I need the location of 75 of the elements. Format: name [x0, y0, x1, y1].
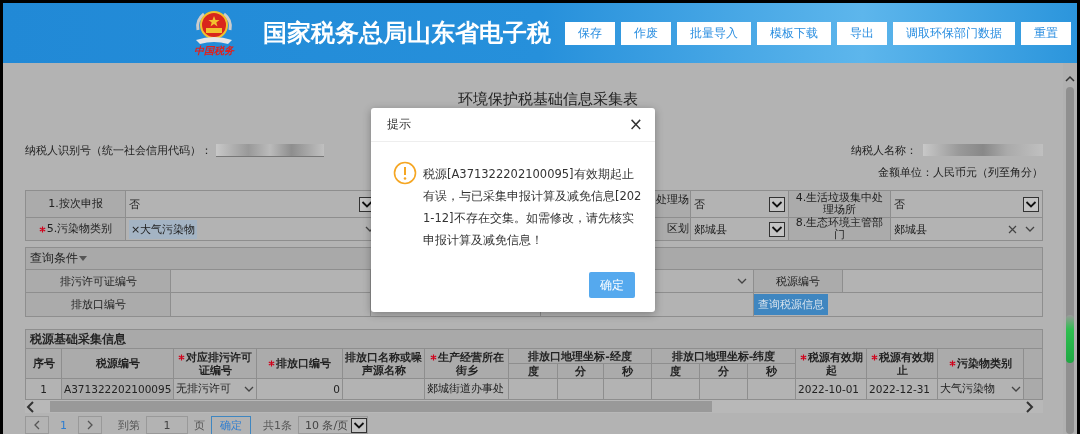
field-label: 区划	[667, 223, 689, 235]
toolbar-button[interactable]: 模板下载	[757, 21, 831, 45]
column-header: 税源有效期起	[795, 348, 867, 379]
logo-caption: 中国税务	[194, 45, 234, 56]
close-button[interactable]: ×	[628, 116, 643, 133]
select-value[interactable]: 郯城县	[894, 221, 927, 237]
column-header: 税源编号	[61, 348, 174, 379]
total-count: 共1条	[263, 417, 292, 433]
column-header: 排放口编号	[256, 348, 343, 379]
table-cell: 1	[25, 378, 62, 400]
column-header: 污染物类别	[937, 348, 1024, 379]
selected-tag[interactable]: ×大气污染物	[129, 219, 198, 239]
site-title: 国家税务总局山东省电子税	[263, 18, 551, 49]
column-header: 序号	[25, 348, 62, 379]
table-cell: 2022-10-01	[795, 378, 867, 400]
table-title: 税源基础采集信息	[25, 329, 1043, 348]
chevron-icon	[244, 386, 254, 392]
table-cell: 0	[256, 378, 343, 400]
scrollbar-thumb[interactable]	[1066, 315, 1074, 363]
chevron-icon	[1025, 226, 1035, 232]
goto-label: 到第	[118, 417, 140, 433]
scroll-left-icon[interactable]	[25, 400, 36, 413]
select-value[interactable]: 郯城县	[694, 221, 727, 237]
table-cell: 2022-12-31	[866, 378, 938, 400]
cell-select[interactable]: 大气污染物	[937, 378, 1024, 400]
scroll-right-icon[interactable]	[1024, 400, 1035, 413]
page-input[interactable]: 1	[146, 416, 188, 434]
column-header: 对应排污许可证编号	[173, 348, 257, 379]
column-header: 生产经营所在街乡	[424, 348, 509, 379]
page-size-select[interactable]: 10 条/页	[298, 416, 369, 434]
toolbar-button[interactable]: 作废	[621, 21, 671, 45]
toolbar-button[interactable]: 导出	[837, 21, 887, 45]
field-label: 纳税人名称：	[851, 142, 917, 158]
dialog-title: 提示	[387, 116, 411, 133]
field-label: 5.污染物类别	[38, 223, 113, 235]
chevron-icon	[737, 278, 747, 284]
table-cell: 郯城街道办事处	[424, 378, 509, 400]
select-value[interactable]: 否	[129, 196, 140, 212]
field-label: 处理场	[656, 194, 689, 206]
field-label: 纳税人识别号（统一社会信用代码）：	[25, 142, 212, 158]
input-field[interactable]	[171, 293, 371, 317]
toolbar-button[interactable]: 保存	[565, 21, 615, 45]
column-group-header: 排放口地理坐标-纬度	[651, 348, 796, 364]
chevron-left-icon	[34, 420, 40, 430]
dialog-message: 税源[A371322202100095]有效期起止有误，与已采集申报计算及减免信息[2021-12]不存在交集。如需修改，请先核实申报计算及减免信息！	[423, 166, 643, 249]
chevron-icon	[1011, 386, 1022, 392]
confirm-button[interactable]: 确定	[589, 272, 635, 298]
toolbar-button[interactable]: 调取环保部门数据	[893, 21, 1015, 45]
toolbar-button[interactable]: 批量导入	[677, 21, 751, 45]
select-value[interactable]: 否	[694, 196, 705, 212]
warning-icon	[393, 161, 417, 185]
column-header: 税源有效期止	[866, 348, 938, 379]
input-field[interactable]	[843, 270, 1043, 293]
toolbar-button[interactable]: 重置	[1021, 21, 1071, 45]
chevron-right-icon	[87, 420, 93, 430]
column-group-header: 排放口地理坐标-经度	[508, 348, 652, 364]
scrollbar-thumb[interactable]	[50, 401, 713, 412]
caret-icon	[79, 256, 87, 261]
currency-note: 金额单位：人民币元（列至角分）	[878, 165, 1043, 181]
clear-icon[interactable]	[1008, 224, 1017, 234]
field-label: 1.按次申报	[48, 198, 103, 210]
column-header: 排放口名称或噪声源名称	[342, 348, 425, 379]
query-button[interactable]: 查询税源信息	[754, 294, 828, 315]
field-label: 税源编号	[776, 273, 820, 289]
scroll-up-icon[interactable]	[1065, 75, 1075, 83]
form-title: 环境保护税基础信息采集表	[457, 89, 639, 109]
page-unit: 页	[194, 417, 205, 433]
select-value[interactable]: 否	[894, 196, 905, 212]
field-label: 排放口编号	[70, 297, 126, 312]
field-label: 4.生活垃圾集中处理场所	[794, 192, 885, 216]
input-field[interactable]	[171, 270, 371, 293]
field-label: 排污许可证编号	[59, 273, 137, 289]
query-title: 查询条件	[30, 250, 78, 267]
field-label: 8.生态环境主管部门	[794, 217, 885, 241]
cell-select[interactable]: 无排污许可	[173, 378, 257, 400]
